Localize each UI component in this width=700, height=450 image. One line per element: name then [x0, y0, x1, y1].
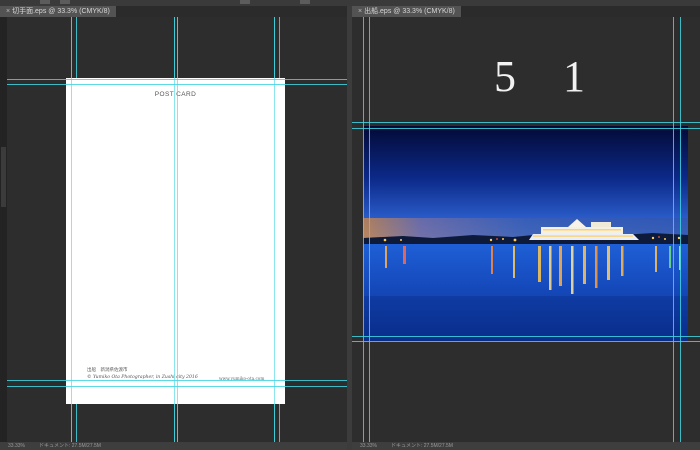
guide-vertical-overlay [174, 17, 175, 442]
document-size: ドキュメント: 27.5M/27.5M [38, 443, 101, 449]
close-icon[interactable]: × [358, 8, 362, 15]
guide-horizontal[interactable] [0, 84, 347, 85]
guide-vertical[interactable] [680, 17, 681, 442]
guide-horizontal[interactable] [0, 380, 347, 381]
guide-horizontal[interactable] [352, 128, 700, 129]
toolbar-icon[interactable] [240, 0, 250, 4]
document-tab[interactable]: × 出船.eps @ 33.3% (CMYK/8) [352, 6, 462, 17]
guide-vertical-overlay [71, 17, 72, 442]
scrollbar-thumb[interactable] [1, 147, 6, 207]
document-tab-title: 出船.eps @ 33.3% (CMYK/8) [364, 8, 455, 15]
guide-vertical-overlay [177, 17, 178, 442]
guide-vertical[interactable] [673, 17, 674, 442]
document-tab-title: 切手面.eps @ 33.3% (CMYK/8) [12, 8, 110, 15]
document-window-photo-side: 5 1 × 出船.eps @ 33.3% (CMYK/8) 33.33% ドキュ… [352, 6, 700, 450]
status-bar: 33.33% ドキュメント: 27.5M/27.5M [0, 442, 347, 450]
zoom-level[interactable]: 33.33% [360, 443, 377, 449]
guide-vertical[interactable] [363, 17, 364, 442]
guide-horizontal[interactable] [352, 122, 700, 123]
toolbar-icon[interactable] [40, 0, 50, 4]
document-canvas[interactable]: 5 1 [352, 17, 700, 442]
guide-vertical[interactable] [369, 17, 370, 442]
toolbar-icon[interactable] [60, 0, 70, 4]
status-bar: 33.33% ドキュメント: 27.5M/27.5M [352, 442, 700, 450]
photo-graphic [363, 126, 688, 341]
night-harbor-ferry-photo [363, 126, 688, 341]
postcard-caption: 出船 新潟県佐渡市 [87, 368, 128, 373]
guide-horizontal[interactable] [352, 341, 700, 342]
vertical-scrollbar[interactable] [0, 17, 7, 442]
close-icon[interactable]: × [6, 8, 10, 15]
page-number-label: 5 1 [494, 52, 603, 101]
document-tab[interactable]: × 切手面.eps @ 33.3% (CMYK/8) [0, 6, 117, 17]
postcard-page: POST CARD 出船 新潟県佐渡市 © Yumiko Ota Photogr… [66, 78, 285, 404]
postcard-title: POST CARD [154, 91, 197, 98]
document-canvas[interactable]: POST CARD 出船 新潟県佐渡市 © Yumiko Ota Photogr… [0, 17, 347, 442]
toolbar-icon[interactable] [300, 0, 310, 4]
guide-horizontal[interactable] [352, 336, 700, 337]
guide-vertical-overlay [274, 17, 275, 442]
document-size: ドキュメント: 27.5M/27.5M [390, 443, 453, 449]
guide-horizontal[interactable] [0, 79, 347, 80]
document-window-stamp-side: POST CARD 出船 新潟県佐渡市 © Yumiko Ota Photogr… [0, 6, 347, 450]
guide-horizontal[interactable] [0, 386, 347, 387]
zoom-level[interactable]: 33.33% [8, 443, 25, 449]
